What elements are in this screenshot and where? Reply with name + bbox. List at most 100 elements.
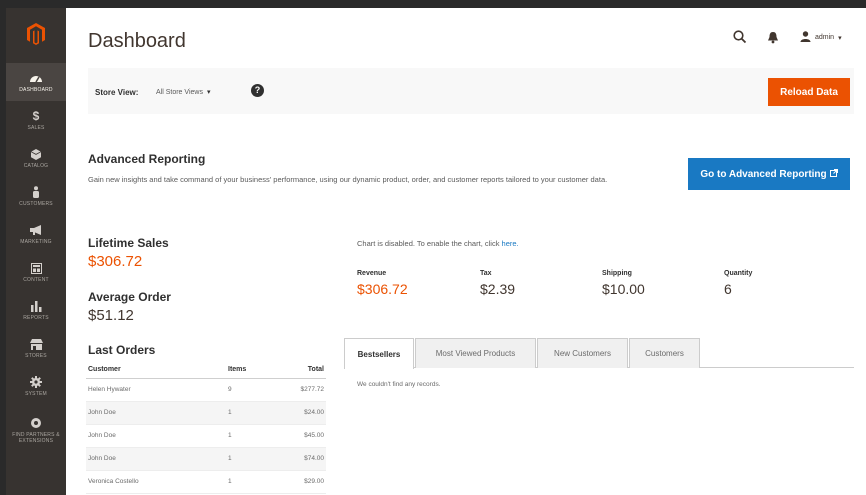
sidebar-item-label: CATALOG <box>23 163 49 169</box>
last-orders-table: Customer Items Total Helen Hywater 9 $27… <box>86 362 326 494</box>
enable-chart-link[interactable]: here. <box>502 239 519 248</box>
table-row[interactable]: Veronica Costello 1 $29.00 <box>86 470 326 494</box>
order-customer: Veronica Costello <box>86 470 226 494</box>
dollar-icon: $ <box>32 109 40 123</box>
store-view-selected: All Store Views <box>156 88 203 96</box>
person-icon <box>28 185 44 199</box>
sidebar-item-label: MARKETING <box>20 239 52 245</box>
empty-records-message: We couldn't find any records. <box>357 381 441 388</box>
sidebar-item-label: CONTENT <box>23 277 49 283</box>
search-icon[interactable] <box>733 30 747 44</box>
sidebar-item-system[interactable]: SYSTEM <box>6 367 66 405</box>
admin-user-menu[interactable]: admin ▾ <box>800 31 842 44</box>
user-icon <box>800 31 811 44</box>
gear-icon <box>28 375 44 389</box>
store-view-label: Store View: <box>95 88 139 97</box>
table-row[interactable]: Helen Hywater 9 $277.72 <box>86 378 326 402</box>
sidebar-item-dashboard[interactable]: DASHBOARD <box>6 63 66 101</box>
go-to-advanced-reporting-button[interactable]: Go to Advanced Reporting <box>688 158 850 190</box>
total-revenue: Revenue $306.72 <box>357 270 408 297</box>
sidebar-item-sales[interactable]: $ SALES <box>6 101 66 139</box>
bar-chart-icon <box>28 299 44 313</box>
sidebar-item-label: STORES <box>25 353 47 359</box>
sidebar-item-reports[interactable]: REPORTS <box>6 291 66 329</box>
total-value: $10.00 <box>602 281 645 297</box>
chart-disabled-text: Chart is disabled. To enable the chart, … <box>357 239 500 248</box>
reload-data-button[interactable]: Reload Data <box>768 78 850 106</box>
order-items: 1 <box>226 424 281 448</box>
total-label: Quantity <box>724 270 753 277</box>
sidebar-item-label: DASHBOARD <box>19 87 53 93</box>
tab-customers[interactable]: Customers <box>629 338 700 368</box>
button-label: Go to Advanced Reporting <box>700 168 827 180</box>
table-row[interactable]: John Doe 1 $24.00 <box>86 401 326 425</box>
store-icon <box>28 337 44 351</box>
sidebar-item-stores[interactable]: STORES <box>6 329 66 367</box>
sidebar-item-label: REPORTS <box>23 315 49 321</box>
sidebar-item-catalog[interactable]: CATALOG <box>6 139 66 177</box>
order-total: $45.00 <box>281 424 326 448</box>
order-customer: John Doe <box>86 401 226 425</box>
order-customer: John Doe <box>86 447 226 471</box>
order-items: 1 <box>226 401 281 425</box>
table-row[interactable]: John Doe 1 $74.00 <box>86 447 326 471</box>
order-total: $74.00 <box>281 447 326 471</box>
advanced-reporting-description: Gain new insights and take command of yo… <box>88 175 608 184</box>
average-order-label: Average Order <box>88 290 171 304</box>
external-link-icon <box>829 168 838 180</box>
total-value: 6 <box>724 281 732 297</box>
total-shipping: Shipping $10.00 <box>602 270 645 297</box>
magento-logo-icon <box>27 23 45 45</box>
last-orders-title: Last Orders <box>88 343 156 357</box>
caret-down-icon: ▾ <box>838 34 842 42</box>
order-items: 1 <box>226 447 281 471</box>
order-items: 9 <box>226 378 281 402</box>
total-quantity: Quantity 6 <box>724 270 752 297</box>
sidebar-item-marketing[interactable]: MARKETING <box>6 215 66 253</box>
total-label: Revenue <box>357 270 387 277</box>
chart-disabled-message: Chart is disabled. To enable the chart, … <box>357 239 519 248</box>
sidebar-item-label: SALES <box>27 125 45 131</box>
advanced-reporting-title: Advanced Reporting <box>88 152 206 166</box>
column-header-customer: Customer <box>86 362 226 379</box>
total-label: Shipping <box>602 270 632 277</box>
tab-new-customers[interactable]: New Customers <box>537 338 628 368</box>
total-value: $2.39 <box>480 281 516 297</box>
column-header-items: Items <box>226 362 281 379</box>
gauge-icon <box>28 71 44 85</box>
order-customer: John Doe <box>86 424 226 448</box>
sidebar-item-content[interactable]: CONTENT <box>6 253 66 291</box>
sidebar-item-label: CUSTOMERS <box>19 201 53 207</box>
lifetime-sales-label: Lifetime Sales <box>88 236 169 250</box>
sidebar-item-customers[interactable]: CUSTOMERS <box>6 177 66 215</box>
table-header-row: Customer Items Total <box>86 362 326 379</box>
admin-username: admin <box>815 34 835 41</box>
order-total: $29.00 <box>281 470 326 494</box>
page-title: Dashboard <box>88 30 186 52</box>
order-customer: Helen Hywater <box>86 378 226 402</box>
column-header-total: Total <box>281 362 326 379</box>
order-total: $24.00 <box>281 401 326 425</box>
layout-icon <box>28 261 44 275</box>
tab-most-viewed-products[interactable]: Most Viewed Products <box>415 338 536 368</box>
total-label: Tax <box>480 270 492 277</box>
order-total: $277.72 <box>281 378 326 402</box>
admin-sidebar: DASHBOARD $ SALES CATALOG CUSTOMERS MARK… <box>6 8 66 495</box>
sidebar-item-label: SYSTEM <box>25 391 47 397</box>
tab-bestsellers[interactable]: Bestsellers <box>344 338 414 369</box>
caret-down-icon: ▾ <box>206 89 211 96</box>
sidebar-item-find-partners[interactable]: FIND PARTNERS & EXTENSIONS <box>6 408 66 452</box>
store-view-select[interactable]: All Store Views ▾ <box>156 88 211 97</box>
bell-icon[interactable] <box>767 31 779 44</box>
megaphone-icon <box>28 223 44 237</box>
puzzle-icon <box>28 416 44 430</box>
total-tax: Tax $2.39 <box>480 270 515 297</box>
dashboard-tabs: Bestsellers Most Viewed Products New Cus… <box>344 338 854 369</box>
table-row[interactable]: John Doe 1 $45.00 <box>86 424 326 448</box>
magento-logo[interactable] <box>6 8 66 60</box>
sidebar-item-label: FIND PARTNERS & EXTENSIONS <box>12 432 60 444</box>
lifetime-sales-value: $306.72 <box>88 253 143 270</box>
cube-icon <box>28 147 44 161</box>
total-value: $306.72 <box>357 281 408 297</box>
help-icon[interactable]: ? <box>251 84 264 97</box>
